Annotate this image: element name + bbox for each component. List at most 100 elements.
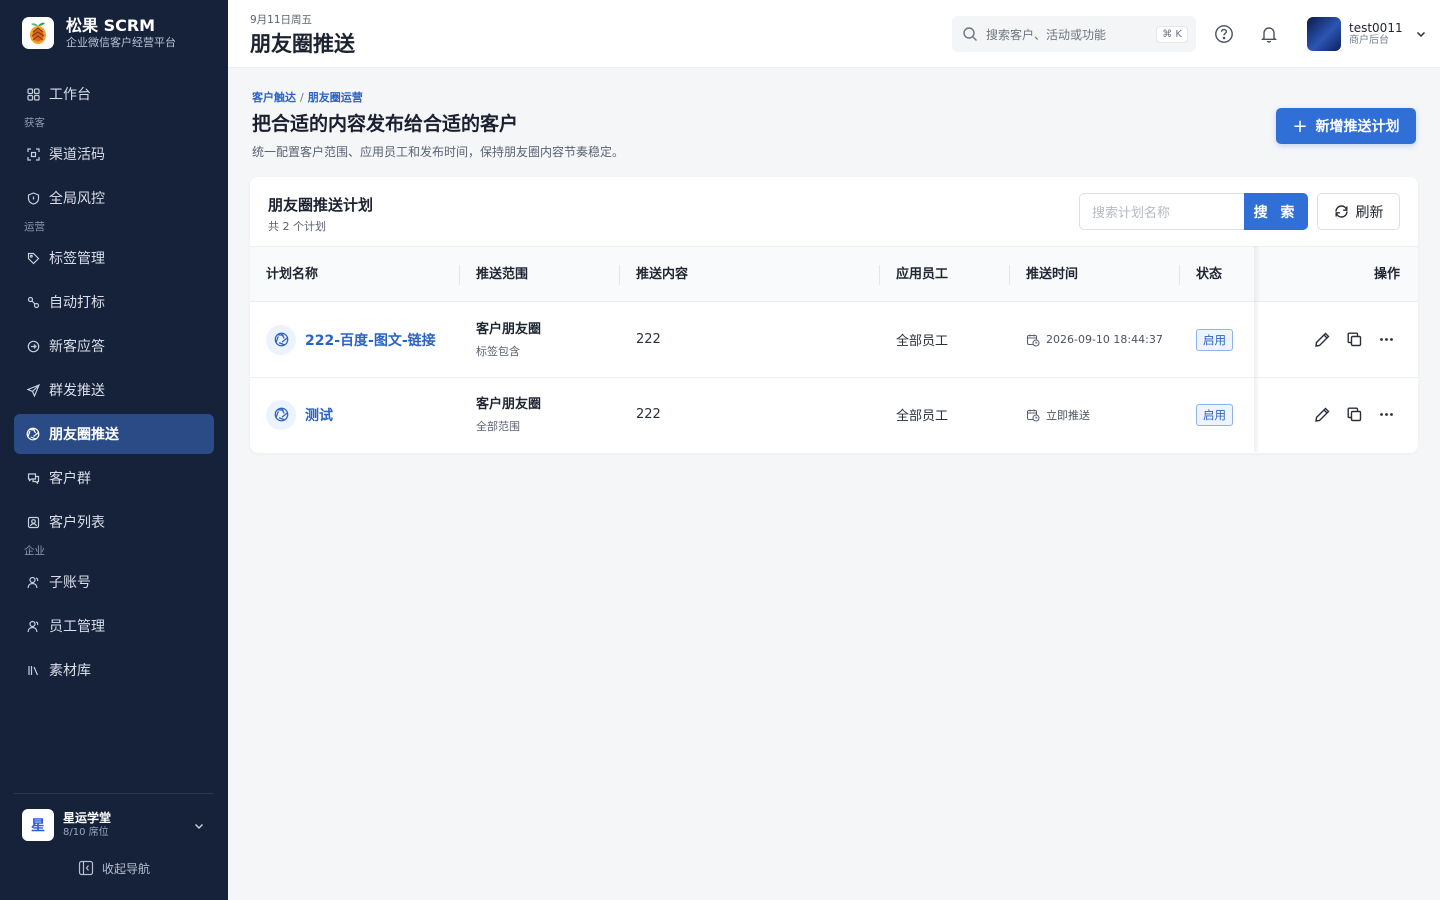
scope-detail: 标签包含 xyxy=(476,344,520,358)
column-header-time[interactable]: 推送时间 xyxy=(1026,247,1078,303)
sidebar-item-sub-accounts[interactable]: 子账号 xyxy=(14,562,214,602)
sidebar-item-label: 素材库 xyxy=(49,663,91,679)
sidebar-item-customer-list[interactable]: 客户列表 xyxy=(14,502,214,542)
topbar: 9月11日周五 朋友圈推送 搜索客户、活动或功能 ⌘ K test0011 商户… xyxy=(228,0,1440,68)
push-time: 立即推送 xyxy=(1046,408,1090,422)
time-cell: 2026-09-10 18:44:37 xyxy=(1026,302,1163,377)
sidebar: 松果 SCRM 企业微信客户经营平台 工作台 获客 渠道活码 全局风控 运营 标… xyxy=(0,0,228,900)
scope-value: 客户朋友圈 xyxy=(476,396,542,412)
global-search-input[interactable]: 搜索客户、活动或功能 ⌘ K xyxy=(952,16,1196,52)
sidebar-item-auto-tag[interactable]: 自动打标 xyxy=(14,282,214,322)
sidebar-item-label: 新客应答 xyxy=(49,339,105,355)
edit-icon[interactable] xyxy=(1313,406,1331,424)
column-header-content[interactable]: 推送内容 xyxy=(636,247,688,303)
column-header-name[interactable]: 计划名称 xyxy=(266,247,318,303)
scope-cell: 客户朋友圈 标签包含 xyxy=(476,302,541,377)
edit-icon[interactable] xyxy=(1313,331,1331,349)
scope-detail: 全部范围 xyxy=(476,419,520,433)
column-header-status[interactable]: 状态 xyxy=(1196,247,1222,303)
sidebar-item-dashboard[interactable]: 工作台 xyxy=(14,74,214,114)
brand: 松果 SCRM 企业微信客户经营平台 xyxy=(22,16,176,50)
column-header-scope[interactable]: 推送范围 xyxy=(476,247,528,303)
contacts-icon xyxy=(26,515,40,529)
more-icon[interactable] xyxy=(1377,406,1395,424)
status-cell: 启用 xyxy=(1196,302,1233,377)
auto-tag-icon xyxy=(26,295,40,309)
status-cell: 启用 xyxy=(1196,377,1233,452)
plan-name-link[interactable]: 测试 xyxy=(305,405,333,425)
content-cell: 222 xyxy=(636,332,661,347)
sidebar-item-new-customer-reply[interactable]: 新客应答 xyxy=(14,326,214,366)
sidebar-item-staff[interactable]: 员工管理 xyxy=(14,606,214,646)
sidebar-item-library[interactable]: 素材库 xyxy=(14,650,214,690)
tenant-name: 星运学堂 xyxy=(63,811,112,825)
sidebar-item-channel-qrcode[interactable]: 渠道活码 xyxy=(14,134,214,174)
calendar-clock-icon xyxy=(1026,409,1040,422)
dashboard-icon xyxy=(26,87,40,101)
search-icon xyxy=(963,27,977,41)
column-divider xyxy=(1179,265,1180,285)
tenant-switcher[interactable]: 星 星运学堂 8/10 席位 xyxy=(14,794,214,856)
bell-icon[interactable] xyxy=(1259,24,1279,44)
sidebar-item-mass-send[interactable]: 群发推送 xyxy=(14,370,214,410)
time-cell: 立即推送 xyxy=(1026,377,1090,452)
search-shortcut: ⌘ K xyxy=(1156,25,1188,43)
tag-icon xyxy=(26,251,40,265)
nav-group-enterprise: 企业 xyxy=(24,545,45,557)
copy-icon[interactable] xyxy=(1345,331,1363,349)
user-menu[interactable]: test0011 商户后台 xyxy=(1307,17,1427,51)
page-heading: 把合适的内容发布给合适的客户 xyxy=(252,113,519,135)
staff-cell: 全部员工 xyxy=(896,409,949,424)
column-divider xyxy=(1009,265,1010,285)
sidebar-item-tags[interactable]: 标签管理 xyxy=(14,238,214,278)
shield-icon xyxy=(26,191,40,205)
brand-title: 松果 SCRM xyxy=(66,16,156,35)
table-row: 测试 客户朋友圈 全部范围 222 全部员工 立即推送 启用 xyxy=(250,377,1418,453)
plan-name-cell: 测试 xyxy=(266,377,333,452)
library-icon xyxy=(26,663,40,677)
breadcrumb-item[interactable]: 客户触达 xyxy=(252,91,296,104)
sidebar-item-label: 客户群 xyxy=(49,471,91,487)
scope-cell: 客户朋友圈 全部范围 xyxy=(476,377,541,452)
sidebar-nav: 工作台 获客 渠道活码 全局风控 运营 标签管理 自动打标 新客应答 群发推送 xyxy=(14,74,214,694)
refresh-button[interactable]: 刷新 xyxy=(1317,193,1400,230)
chevron-down-icon xyxy=(1416,31,1425,38)
copy-icon[interactable] xyxy=(1345,406,1363,424)
status-badge: 启用 xyxy=(1196,403,1233,426)
sidebar-item-moments[interactable]: 朋友圈推送 xyxy=(14,414,214,454)
plan-count: 共 2 个计划 xyxy=(268,220,326,233)
more-icon[interactable] xyxy=(1377,331,1395,349)
sidebar-item-label: 标签管理 xyxy=(49,251,105,267)
column-divider xyxy=(619,265,620,285)
breadcrumb-item[interactable]: 朋友圈运营 xyxy=(308,91,363,104)
user-role: 商户后台 xyxy=(1349,35,1389,46)
help-icon[interactable] xyxy=(1214,24,1234,44)
breadcrumb: 客户触达 / 朋友圈运营 xyxy=(252,89,363,105)
column-divider xyxy=(459,265,460,285)
sidebar-item-label: 员工管理 xyxy=(49,619,105,635)
calendar-clock-icon xyxy=(1026,334,1040,347)
refresh-label: 刷新 xyxy=(1355,204,1384,221)
sidebar-item-label: 渠道活码 xyxy=(49,147,105,163)
search-button[interactable]: 搜 索 xyxy=(1244,193,1308,230)
table-row: 222-百度-图文-链接 客户朋友圈 标签包含 222 全部员工 2026-09… xyxy=(250,302,1418,378)
collapse-nav-button[interactable]: 收起导航 xyxy=(14,856,214,880)
plan-search-input[interactable]: 搜索计划名称 xyxy=(1079,193,1245,230)
plan-name-link[interactable]: 222-百度-图文-链接 xyxy=(305,330,436,350)
sticky-column-shadow xyxy=(1254,246,1260,452)
plan-name-cell: 222-百度-图文-链接 xyxy=(266,302,436,377)
pinecone-logo xyxy=(22,17,54,49)
add-push-plan-button[interactable]: + 新增推送计划 xyxy=(1276,108,1416,144)
sidebar-item-label: 自动打标 xyxy=(49,295,105,311)
global-search-placeholder: 搜索客户、活动或功能 xyxy=(986,27,1107,42)
collapse-nav-label: 收起导航 xyxy=(101,861,150,876)
page-title: 朋友圈推送 xyxy=(250,32,355,56)
staff-icon xyxy=(26,619,40,633)
collapse-sidebar-icon xyxy=(78,860,94,876)
sidebar-item-risk-control[interactable]: 全局风控 xyxy=(14,178,214,218)
avatar xyxy=(1307,17,1341,51)
sidebar-item-customer-groups[interactable]: 客户群 xyxy=(14,458,214,498)
column-header-staff[interactable]: 应用员工 xyxy=(896,247,948,303)
sub-account-icon xyxy=(26,575,40,589)
brand-subtitle: 企业微信客户经营平台 xyxy=(66,36,176,49)
